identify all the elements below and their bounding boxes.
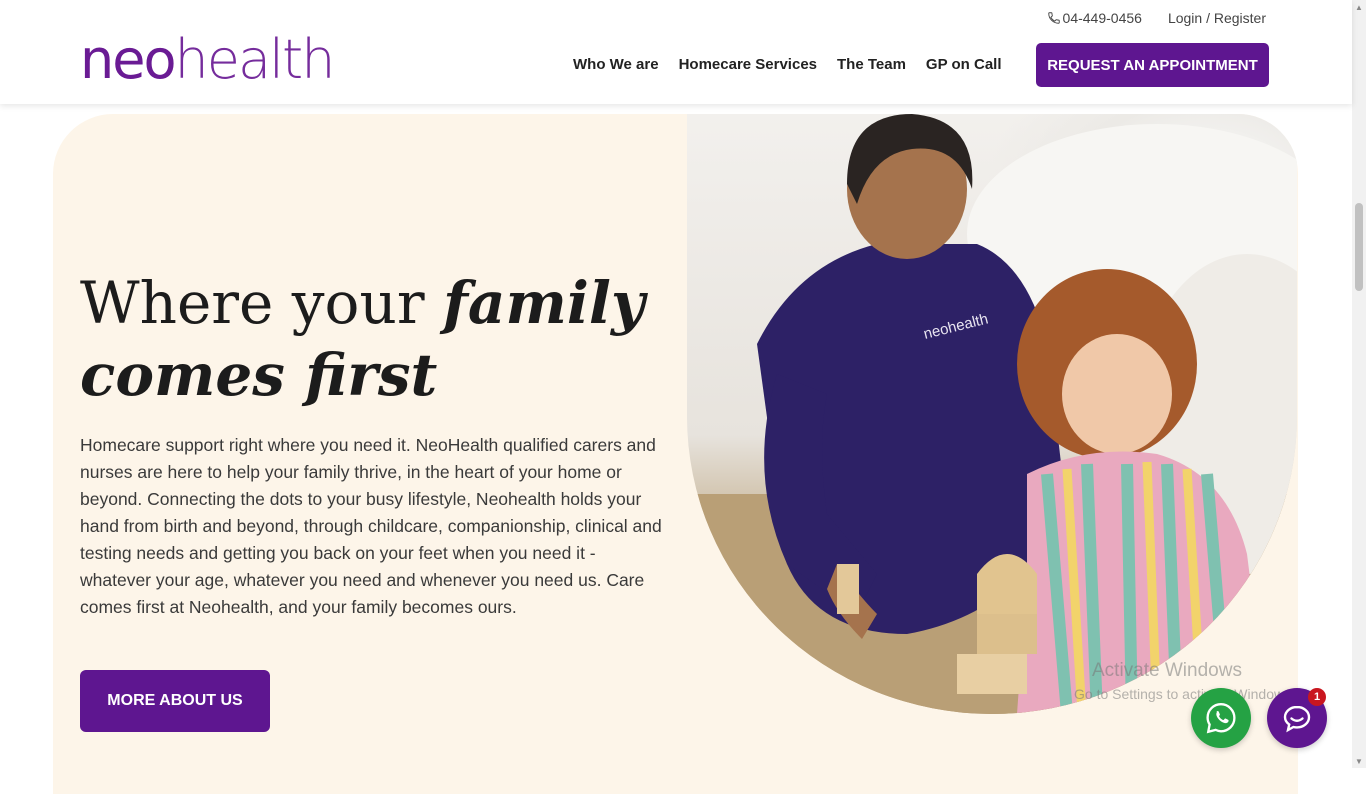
nav-who-we-are[interactable]: Who We are <box>573 56 659 73</box>
phone-link[interactable]: 04-449-0456 <box>1047 10 1142 26</box>
main-nav: Who We are Homecare Services The Team GP… <box>573 56 1002 73</box>
whatsapp-icon <box>1206 703 1236 734</box>
top-bar: 04-449-0456 Login / Register <box>1047 10 1266 26</box>
nav-gp-on-call[interactable]: GP on Call <box>926 56 1002 73</box>
hero-photo-nurse-with-child: neohealth <box>687 114 1297 714</box>
login-register-label[interactable]: Login / Register <box>1168 10 1266 26</box>
chat-notification-badge: 1 <box>1308 688 1326 706</box>
windows-activation-hint: Go to Settings to activate Windows. <box>1074 686 1295 702</box>
request-appointment-button[interactable]: REQUEST AN APPOINTMENT <box>1036 43 1269 87</box>
photo-illustration: neohealth <box>687 114 1297 714</box>
nav-homecare-services[interactable]: Homecare Services <box>679 56 817 73</box>
login-register-link[interactable]: Login / Register <box>1168 10 1266 26</box>
nav-the-team[interactable]: The Team <box>837 56 906 73</box>
scroll-up-arrow-icon[interactable]: ▲ <box>1352 0 1366 14</box>
headline-italic-family: family <box>442 269 645 337</box>
scrollbar-thumb[interactable] <box>1355 203 1363 291</box>
chat-bubble-icon <box>1283 705 1311 733</box>
hero-headline: Where your family comes first <box>80 267 645 411</box>
phone-number: 04-449-0456 <box>1062 10 1142 26</box>
page-scrollbar[interactable]: ▲ ▼ <box>1352 0 1366 768</box>
windows-activation-watermark: Activate Windows <box>1092 660 1242 681</box>
logo-neo: neo <box>80 28 176 91</box>
scroll-down-arrow-icon[interactable]: ▼ <box>1352 754 1366 768</box>
headline-italic-comes-first: comes first <box>80 341 438 409</box>
headline-plain: Where your <box>80 269 443 337</box>
logo-health: health <box>174 28 336 91</box>
phone-icon <box>1047 12 1060 24</box>
hero-description: Homecare support right where you need it… <box>80 435 662 617</box>
neohealth-logo[interactable]: neohealth <box>80 28 336 91</box>
more-about-us-button[interactable]: MORE ABOUT US <box>80 670 270 732</box>
whatsapp-button[interactable] <box>1191 688 1251 748</box>
site-header: 04-449-0456 Login / Register neohealth W… <box>0 0 1352 104</box>
